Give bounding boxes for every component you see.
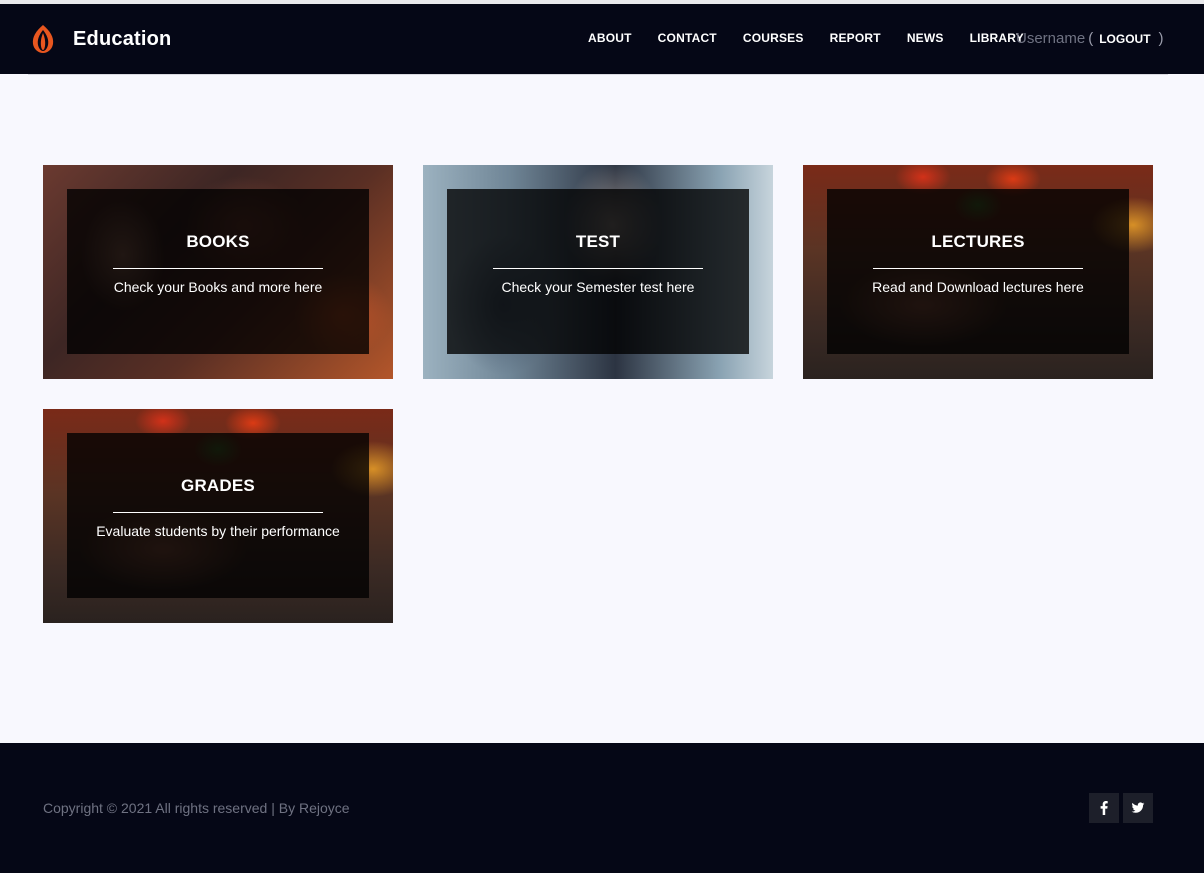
brand[interactable]: Education <box>27 23 171 55</box>
nav-contact[interactable]: CONTACT <box>658 31 717 45</box>
site-footer: Copyright © 2021 All rights reserved | B… <box>0 743 1204 873</box>
card-overlay <box>67 189 369 354</box>
card-overlay <box>67 433 369 598</box>
brand-name: Education <box>73 27 172 50</box>
card-overlay <box>447 189 749 354</box>
main-nav: ABOUT CONTACT COURSES REPORT NEWS LIBRAR… <box>588 31 1050 45</box>
twitter-icon[interactable] <box>1123 793 1153 823</box>
copyright-text: Copyright © 2021 All rights reserved | B… <box>43 800 350 816</box>
site-header: Education ABOUT CONTACT COURSES REPORT N… <box>0 4 1204 74</box>
card-title: BOOKS <box>186 232 250 251</box>
header-divider <box>28 74 1168 75</box>
card-description: Check your Books and more here <box>113 279 323 295</box>
nav-news[interactable]: NEWS <box>907 31 944 45</box>
card-lectures[interactable]: LECTURES Read and Download lectures here <box>803 165 1153 379</box>
nav-courses[interactable]: COURSES <box>743 31 804 45</box>
username-label: Username <box>1016 30 1086 47</box>
card-description: Evaluate students by their performance <box>96 523 340 539</box>
card-title: LECTURES <box>931 232 1025 251</box>
card-divider <box>873 268 1083 269</box>
card-description: Check your Semester test here <box>501 279 695 295</box>
card-overlay <box>827 189 1129 354</box>
card-books[interactable]: BOOKS Check your Books and more here <box>43 165 393 379</box>
flame-logo-icon <box>32 25 54 53</box>
card-description: Read and Download lectures here <box>872 279 1084 295</box>
logout-link[interactable]: LOGOUT <box>1099 32 1150 46</box>
nav-report[interactable]: REPORT <box>830 31 881 45</box>
nav-about[interactable]: ABOUT <box>588 31 632 45</box>
paren-open: ( <box>1088 30 1094 47</box>
card-divider <box>113 268 323 269</box>
card-title: GRADES <box>181 476 255 495</box>
facebook-icon[interactable] <box>1089 793 1119 823</box>
card-title: TEST <box>575 232 621 251</box>
facebook-glyph-icon <box>1100 801 1108 815</box>
card-divider <box>113 512 323 513</box>
card-grades[interactable]: GRADES Evaluate students by their perfor… <box>43 409 393 623</box>
user-area: Username ( LOGOUT ) <box>1016 30 1164 47</box>
card-divider <box>493 268 703 269</box>
twitter-glyph-icon <box>1131 802 1145 813</box>
paren-close: ) <box>1158 30 1164 47</box>
card-test[interactable]: TEST Check your Semester test here <box>423 165 773 379</box>
